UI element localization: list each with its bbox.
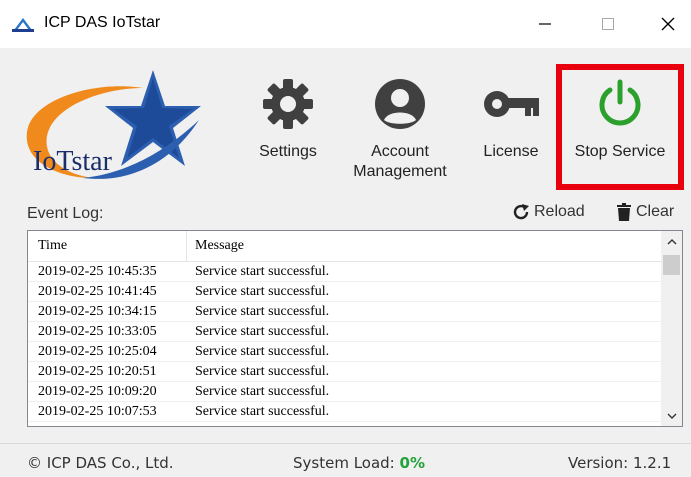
row-time: 2019-02-25 10:09:20 bbox=[38, 384, 157, 399]
system-load-value: 0% bbox=[399, 454, 425, 472]
iotstar-logo: IoTstar bbox=[23, 70, 203, 188]
row-message: Service start successful. bbox=[195, 344, 330, 359]
account-management-button[interactable]: Account Management bbox=[340, 78, 460, 182]
license-button[interactable]: License bbox=[466, 78, 556, 162]
row-message: Service start successful. bbox=[195, 264, 330, 279]
reload-button[interactable]: Reload bbox=[512, 203, 585, 221]
scroll-thumb[interactable] bbox=[663, 255, 680, 275]
row-message: Service start successful. bbox=[195, 304, 330, 319]
status-divider bbox=[0, 443, 691, 444]
row-time: 2019-02-25 10:20:51 bbox=[38, 364, 157, 379]
row-message: Service start successful. bbox=[195, 384, 330, 399]
reload-icon bbox=[513, 204, 529, 220]
settings-label: Settings bbox=[259, 143, 317, 160]
row-time: 2019-02-25 10:45:35 bbox=[38, 264, 157, 279]
column-header-time[interactable]: Time bbox=[38, 238, 67, 254]
table-row[interactable]: 2019-02-25 10:07:53 Service start success… bbox=[28, 402, 661, 422]
minimize-button[interactable] bbox=[522, 0, 568, 48]
system-load: System Load: 0% bbox=[293, 454, 425, 472]
app-icon bbox=[12, 18, 34, 32]
row-time: 2019-02-25 10:33:05 bbox=[38, 324, 157, 339]
clear-button[interactable]: Clear bbox=[616, 203, 674, 221]
reload-label: Reload bbox=[534, 203, 585, 220]
vertical-scrollbar[interactable] bbox=[661, 231, 682, 426]
row-message: Service start successful. bbox=[195, 404, 330, 419]
table-row[interactable]: 2019-02-25 10:33:05 Service start success… bbox=[28, 322, 661, 342]
event-log-table[interactable]: Time Message 2019-02-25 10:45:35 Service … bbox=[27, 230, 683, 427]
power-icon bbox=[599, 79, 641, 126]
logo-text: IoTstar bbox=[33, 146, 113, 177]
gear-icon bbox=[263, 79, 313, 129]
column-divider[interactable] bbox=[186, 231, 187, 261]
table-row[interactable]: 2019-02-25 10:34:15 Service start success… bbox=[28, 302, 661, 322]
version-text: Version: 1.2.1 bbox=[568, 454, 672, 472]
minimize-icon bbox=[539, 23, 551, 25]
table-row[interactable]: 2019-02-25 10:25:04 Service start success… bbox=[28, 342, 661, 362]
user-icon bbox=[375, 79, 425, 129]
copyright-text: © ICP DAS Co., Ltd. bbox=[27, 454, 174, 472]
table-row[interactable]: 2019-02-25 10:09:20 Service start success… bbox=[28, 382, 661, 402]
table-body: 2019-02-25 10:45:35 Service start success… bbox=[28, 262, 661, 422]
row-message: Service start successful. bbox=[195, 284, 330, 299]
system-load-label: System Load: bbox=[293, 454, 400, 472]
stop-service-button[interactable]: Stop Service bbox=[556, 64, 684, 190]
close-icon bbox=[661, 17, 675, 31]
clear-label: Clear bbox=[636, 203, 675, 220]
license-label: License bbox=[483, 143, 539, 160]
scroll-down-button[interactable] bbox=[661, 405, 682, 426]
title-bar: ICP DAS IoTstar bbox=[0, 0, 691, 48]
table-row[interactable]: 2019-02-25 10:20:51 Service start success… bbox=[28, 362, 661, 382]
row-time: 2019-02-25 10:34:15 bbox=[38, 304, 157, 319]
trash-icon bbox=[617, 203, 631, 221]
key-icon bbox=[484, 91, 539, 117]
window-title: ICP DAS IoTstar bbox=[44, 14, 161, 31]
scroll-up-button[interactable] bbox=[661, 231, 682, 252]
event-log-label: Event Log: bbox=[27, 205, 104, 222]
row-time: 2019-02-25 10:25:04 bbox=[38, 344, 157, 359]
table-row[interactable]: 2019-02-25 10:41:45 Service start success… bbox=[28, 282, 661, 302]
maximize-icon bbox=[602, 18, 614, 30]
column-header-message[interactable]: Message bbox=[195, 238, 244, 254]
stop-service-label: Stop Service bbox=[574, 143, 666, 160]
table-header: Time Message bbox=[28, 231, 661, 262]
account-label-line2: Management bbox=[353, 163, 447, 180]
table-row[interactable]: 2019-02-25 10:45:35 Service start success… bbox=[28, 262, 661, 282]
close-button[interactable] bbox=[645, 0, 691, 48]
account-label-line1: Account bbox=[371, 143, 429, 160]
row-time: 2019-02-25 10:41:45 bbox=[38, 284, 157, 299]
account-label: Account Management bbox=[353, 142, 446, 182]
row-message: Service start successful. bbox=[195, 364, 330, 379]
settings-button[interactable]: Settings bbox=[248, 78, 328, 162]
row-message: Service start successful. bbox=[195, 324, 330, 339]
chevron-down-icon bbox=[667, 413, 676, 419]
row-time: 2019-02-25 10:07:53 bbox=[38, 404, 157, 419]
chevron-up-icon bbox=[667, 238, 676, 244]
maximize-button[interactable] bbox=[585, 0, 631, 48]
